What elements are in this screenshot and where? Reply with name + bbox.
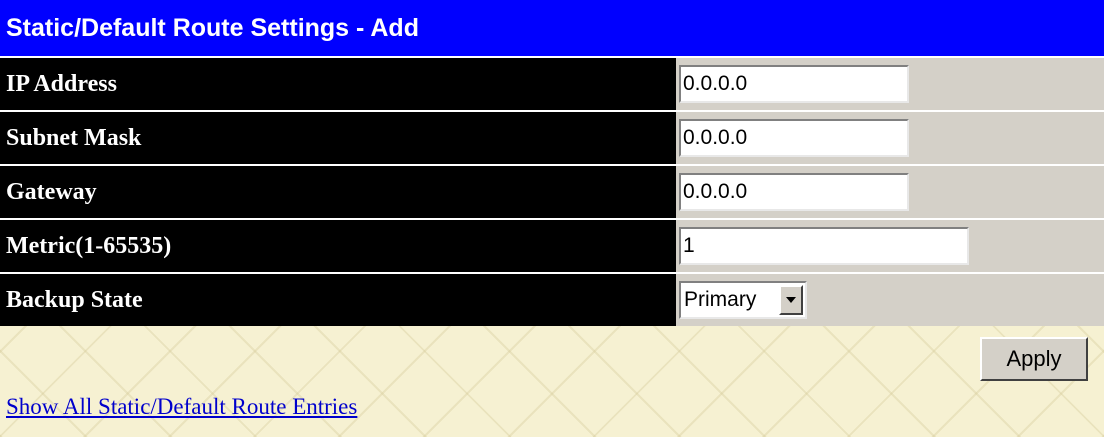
show-all-routes-link[interactable]: Show All Static/Default Route Entries bbox=[6, 394, 357, 420]
ip-address-row: IP Address bbox=[0, 56, 1104, 110]
metric-label: Metric(1-65535) bbox=[0, 220, 676, 272]
subnet-mask-row: Subnet Mask bbox=[0, 110, 1104, 164]
metric-cell bbox=[676, 220, 1104, 272]
gateway-cell bbox=[676, 166, 1104, 218]
subnet-mask-cell bbox=[676, 112, 1104, 164]
subnet-mask-label: Subnet Mask bbox=[0, 112, 676, 164]
gateway-label: Gateway bbox=[0, 166, 676, 218]
dropdown-button[interactable] bbox=[779, 285, 803, 315]
apply-button[interactable]: Apply bbox=[980, 337, 1088, 381]
page-title: Static/Default Route Settings - Add bbox=[0, 0, 1104, 56]
backup-state-label: Backup State bbox=[0, 274, 676, 326]
backup-state-select[interactable]: Primary bbox=[679, 281, 807, 319]
metric-input[interactable] bbox=[679, 227, 969, 265]
ip-address-input[interactable] bbox=[679, 65, 909, 103]
ip-address-cell bbox=[676, 58, 1104, 110]
metric-row: Metric(1-65535) bbox=[0, 218, 1104, 272]
subnet-mask-input[interactable] bbox=[679, 119, 909, 157]
backup-state-cell: Primary bbox=[676, 274, 1104, 326]
ip-address-label: IP Address bbox=[0, 58, 676, 110]
apply-row: Apply bbox=[980, 337, 1088, 381]
gateway-input[interactable] bbox=[679, 173, 909, 211]
chevron-down-icon bbox=[786, 297, 796, 303]
backup-state-row: Backup State Primary bbox=[0, 272, 1104, 326]
gateway-row: Gateway bbox=[0, 164, 1104, 218]
backup-state-selected-value: Primary bbox=[684, 288, 757, 311]
route-settings-panel: Static/Default Route Settings - Add IP A… bbox=[0, 0, 1104, 326]
